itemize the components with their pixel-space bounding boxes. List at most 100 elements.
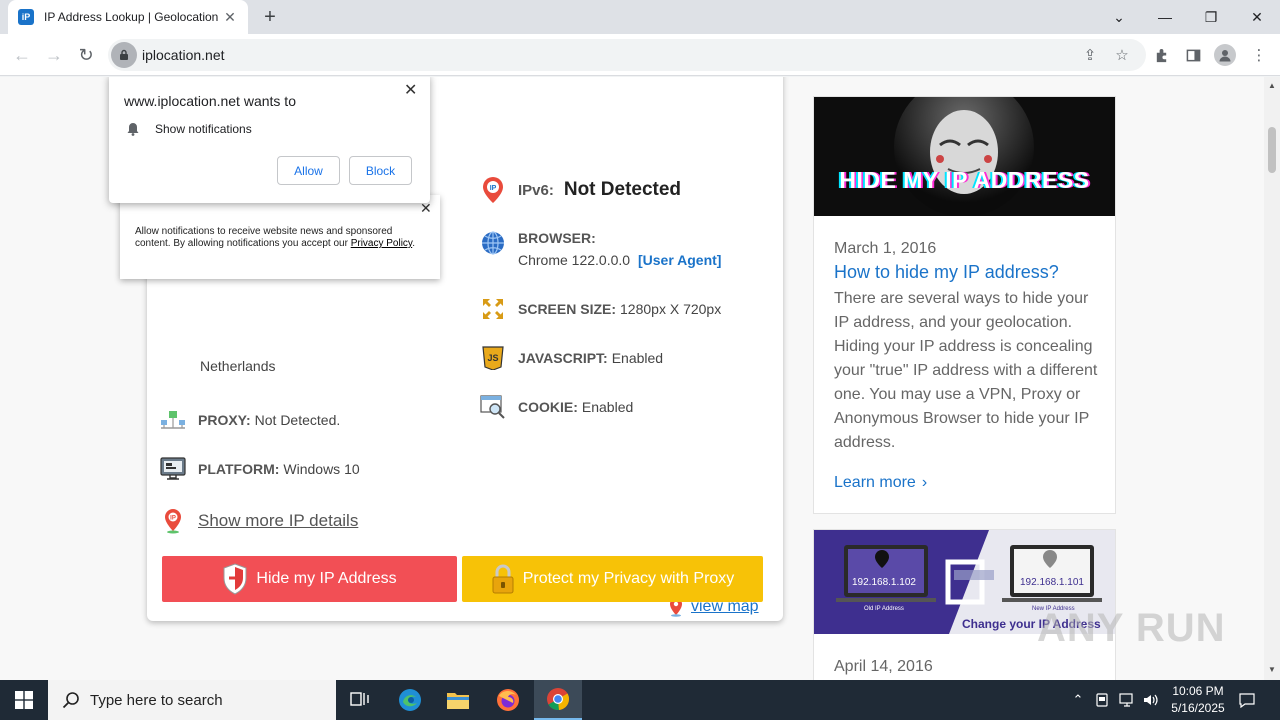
old-ip-text: 192.168.1.102 [852,577,916,588]
svg-text:IP: IP [490,185,497,192]
restore-button[interactable]: ❐ [1188,0,1234,34]
prompt-close-icon[interactable]: ✕ [404,80,417,100]
tab-close-icon[interactable]: ✕ [222,9,238,26]
cookie-search-icon [480,394,506,420]
start-button[interactable] [0,680,48,720]
expand-arrows-icon [480,296,506,322]
user-agent-link[interactable]: [User Agent] [638,252,722,268]
notice-text: Allow notifications to receive website n… [135,226,415,249]
platform-row: PLATFORM: Windows 10 [160,456,360,482]
proxy-value: Not Detected. [254,412,341,428]
bookmark-star-icon[interactable]: ☆ [1113,46,1131,64]
chrome-menu-icon[interactable]: ⋮ [1250,46,1268,64]
prompt-permission-text: Show notifications [155,122,252,136]
cookie-row: COOKIE: Enabled [480,394,633,420]
taskbar-search-placeholder: Type here to search [90,691,223,709]
tab-strip: iP IP Address Lookup | Geolocation ✕ + ⌄… [0,0,1280,34]
task-view-icon[interactable] [336,680,384,720]
side-panel-icon[interactable] [1184,46,1202,64]
article-date: March 1, 2016 [834,240,937,257]
article-title-link[interactable]: How to hide my IP address? [834,262,1059,283]
system-clock[interactable]: 10:06 PM 5/16/2025 [1160,683,1236,717]
new-tab-button[interactable]: + [258,5,282,29]
article-card-hide-ip: HIDE MY IP ADDRESS March 1, 2016 How to … [813,96,1116,514]
screen-size-label: SCREEN SIZE: [518,301,617,317]
country-row: Netherlands [200,358,276,374]
close-window-button[interactable]: ✕ [1234,0,1280,34]
ip-location-pin-icon: IP [160,508,186,534]
proxy-label: PROXY: [198,412,251,428]
platform-value: Windows 10 [283,461,360,477]
learn-more-label: Learn more [834,474,916,491]
allow-button[interactable]: Allow [277,156,340,185]
ipv6-value: Not Detected [563,179,682,200]
hide-ip-banner-image[interactable]: HIDE MY IP ADDRESS [814,97,1115,216]
address-bar[interactable]: iplocation.net ⇪ ☆ [108,39,1146,71]
firefox-icon[interactable] [484,680,532,720]
prompt-title: www.iplocation.net wants to [124,93,296,109]
volume-icon[interactable] [1140,680,1162,720]
ipv6-label: IPv6: [518,181,554,199]
block-button[interactable]: Block [349,156,412,185]
lock-icon[interactable] [111,42,137,68]
network-icon[interactable] [1116,680,1138,720]
file-explorer-icon[interactable] [434,680,482,720]
anyrun-watermark: ANY RUN [1037,606,1226,650]
scroll-down-icon[interactable]: ▼ [1268,665,1276,674]
globe-icon [480,230,506,256]
tray-chevron-up-icon[interactable]: ⌃ [1068,680,1088,720]
forward-button[interactable]: → [42,43,66,67]
chrome-taskbar-icon[interactable] [534,680,582,720]
tray-device-icon[interactable] [1092,680,1112,720]
scroll-thumb[interactable] [1268,127,1276,173]
protect-privacy-button-label: Protect my Privacy with Proxy [522,570,735,587]
minimize-button[interactable]: — [1142,0,1188,34]
javascript-row: JS JAVASCRIPT: Enabled [480,345,663,371]
learn-more-link[interactable]: Learn more › [834,474,927,492]
reload-button[interactable]: ↻ [74,43,98,67]
proxy-network-icon [160,407,186,433]
article-excerpt: There are several ways to hide your IP a… [834,290,1098,451]
protect-privacy-button[interactable]: Protect my Privacy with Proxy [462,556,763,602]
search-icon [62,692,79,709]
privacy-policy-link[interactable]: Privacy Policy [351,238,413,249]
tab-iplocation[interactable]: iP IP Address Lookup | Geolocation ✕ [8,0,248,34]
ip-pin-icon: IP [480,177,506,203]
browser-toolbar: ← → ↻ iplocation.net ⇪ ☆ ⋮ [0,34,1280,76]
notifications-icon[interactable] [1236,680,1258,720]
svg-text:JS: JS [487,353,498,363]
browser-row: BROWSER: Chrome 122.0.0.0 [User Agent] [480,230,721,268]
profile-avatar-icon[interactable] [1214,44,1236,66]
taskbar-search-box[interactable]: Type here to search [48,680,336,720]
hide-ip-button[interactable]: Hide my IP Address [162,556,457,602]
tab-title: IP Address Lookup | Geolocation [44,10,219,24]
page-viewport: IP IPv6: Not Detected BROWSER: Chrome 12… [0,77,1264,680]
cookie-label: COOKIE: [518,399,578,415]
tab-search-chevron-icon[interactable]: ⌄ [1096,0,1142,34]
scroll-up-icon[interactable]: ▲ [1268,81,1276,90]
share-icon[interactable]: ⇪ [1081,46,1099,64]
extensions-puzzle-icon[interactable] [1152,46,1170,64]
article-date: April 14, 2016 [834,658,933,675]
windows-logo-icon [15,691,33,709]
page-scrollbar[interactable]: ▲ ▼ [1264,77,1280,680]
show-more-ip-link[interactable]: Show more IP details [198,511,358,531]
chevron-right-icon: › [921,474,928,491]
article-card-change-ip: 192.168.1.102 Old IP Address 192.168.1.1… [813,529,1116,680]
screen-size-value: 1280px X 720px [620,301,722,317]
hide-ip-banner-text: HIDE MY IP ADDRESS [839,167,1090,193]
proxy-row: PROXY: Not Detected. [160,407,340,433]
browser-value: Chrome 122.0.0.0 [518,252,631,268]
edge-icon[interactable] [386,680,434,720]
browser-label: BROWSER: [518,230,596,246]
site-notification-notice: ✕ Allow notifications to receive website… [120,195,440,279]
new-ip-text: 192.168.1.101 [1020,577,1084,588]
bell-icon [127,123,139,136]
padlock-icon [492,564,514,594]
hide-ip-button-label: Hide my IP Address [256,570,397,587]
cookie-value: Enabled [581,399,634,415]
windows-taskbar: Type here to search ⌃ 10:06 PM 5/16/2025 [0,680,1280,720]
show-more-row: IP Show more IP details [160,508,358,534]
monitor-icon [160,456,186,482]
back-button[interactable]: ← [10,43,34,67]
